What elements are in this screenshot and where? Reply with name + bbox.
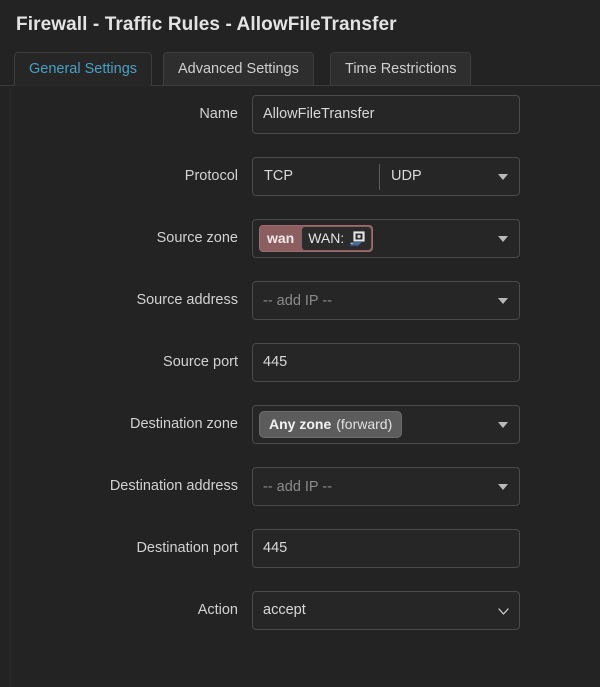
chevron-down-icon[interactable] <box>498 298 508 304</box>
source-address-placeholder: -- add IP -- <box>253 293 332 309</box>
protocol-label: Protocol <box>0 157 252 195</box>
source-zone-tag-key: wan <box>260 226 301 251</box>
page-title: Firewall - Traffic Rules - AllowFileTran… <box>16 14 397 36</box>
chevron-down-icon[interactable] <box>498 606 509 617</box>
chevron-down-icon[interactable] <box>498 236 508 242</box>
tab-time-restrictions[interactable]: Time Restrictions <box>330 52 471 86</box>
tab-general-settings[interactable]: General Settings <box>14 52 152 86</box>
form-row-protocol: Protocol TCP UDP <box>0 157 600 219</box>
name-input[interactable]: AllowFileTransfer <box>252 95 520 134</box>
protocol-segment-tcp[interactable]: TCP <box>253 158 379 195</box>
form-row-destination-address: Destination address -- add IP -- <box>0 467 600 529</box>
title-bar: Firewall - Traffic Rules - AllowFileTran… <box>0 0 600 52</box>
action-select-value: accept <box>263 592 306 629</box>
action-label: Action <box>0 591 252 629</box>
form-row-destination-zone: Destination zone Any zone(forward) <box>0 405 600 467</box>
destination-zone-tag-any[interactable]: Any zone(forward) <box>259 411 402 438</box>
destination-zone-tag-name: Any zone <box>269 412 331 437</box>
source-zone-tag-value: WAN: <box>308 227 344 250</box>
name-input-value: AllowFileTransfer <box>263 96 374 133</box>
form-row-source-zone: Source zone wan WAN: <box>0 219 600 281</box>
source-port-input-value: 445 <box>263 344 287 381</box>
destination-port-label: Destination port <box>0 529 252 567</box>
form-row-source-port: Source port 445 <box>0 343 600 405</box>
destination-address-label: Destination address <box>0 467 252 505</box>
destination-zone-tag-qualifier: (forward) <box>331 412 392 437</box>
source-address-label: Source address <box>0 281 252 319</box>
source-zone-tag-wan[interactable]: wan WAN: <box>259 225 373 252</box>
destination-port-input[interactable]: 445 <box>252 529 520 568</box>
network-interface-icon <box>349 231 366 247</box>
destination-address-placeholder: -- add IP -- <box>253 479 332 495</box>
protocol-combobox[interactable]: TCP UDP <box>252 157 520 196</box>
chevron-down-icon[interactable] <box>498 174 508 180</box>
form-row-destination-port: Destination port 445 <box>0 529 600 591</box>
form-row-source-address: Source address -- add IP -- <box>0 281 600 343</box>
name-label: Name <box>0 95 252 133</box>
tab-advanced-settings[interactable]: Advanced Settings <box>163 52 314 86</box>
tab-bar: General Settings Advanced Settings Time … <box>0 52 600 86</box>
destination-port-input-value: 445 <box>263 530 287 567</box>
chevron-down-icon[interactable] <box>498 422 508 428</box>
chevron-down-icon[interactable] <box>498 484 508 490</box>
form-row-name: Name AllowFileTransfer <box>0 95 600 157</box>
form-row-action: Action accept <box>0 591 600 653</box>
firewall-traffic-rule-page: Firewall - Traffic Rules - AllowFileTran… <box>0 0 600 687</box>
action-select[interactable]: accept <box>252 591 520 630</box>
source-port-input[interactable]: 445 <box>252 343 520 382</box>
source-zone-tag-value-wrap: WAN: <box>302 227 371 250</box>
general-settings-form: Name AllowFileTransfer Protocol TCP UDP <box>0 95 600 653</box>
source-zone-combobox[interactable]: wan WAN: <box>252 219 520 258</box>
protocol-segment-udp[interactable]: UDP <box>380 158 433 195</box>
source-zone-label: Source zone <box>0 219 252 257</box>
destination-zone-label: Destination zone <box>0 405 252 443</box>
destination-address-combobox[interactable]: -- add IP -- <box>252 467 520 506</box>
destination-zone-combobox[interactable]: Any zone(forward) <box>252 405 520 444</box>
source-port-label: Source port <box>0 343 252 381</box>
source-address-combobox[interactable]: -- add IP -- <box>252 281 520 320</box>
